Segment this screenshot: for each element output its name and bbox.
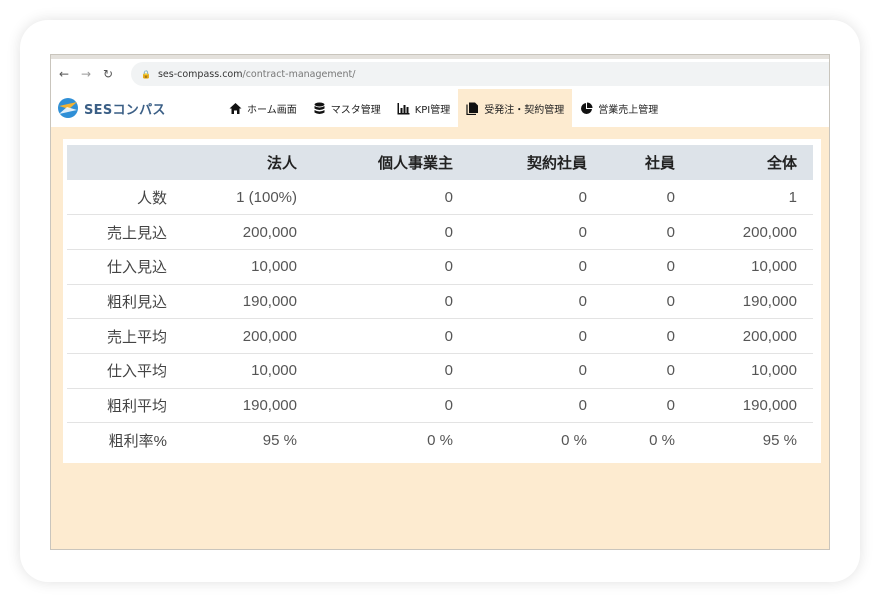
document-icon <box>466 102 479 115</box>
table-row: 売上平均 200,000 0 0 0 200,000 <box>67 318 813 354</box>
table-row: 売上見込 200,000 0 0 0 200,000 <box>67 214 813 250</box>
table-cell: 0 <box>469 214 603 250</box>
table-cell: 10,000 <box>187 249 313 285</box>
contract-summary-table: 法人 個人事業主 契約社員 社員 全体 人数 1 (100%) 0 0 0 1 売上見込 20… <box>67 145 813 458</box>
table-row: 粗利平均 190,000 0 0 0 190,000 <box>67 388 813 424</box>
row-label: 仕入平均 <box>67 353 187 389</box>
nav-master[interactable]: マスタ管理 <box>305 89 389 127</box>
table-cell: 95 % <box>262 431 297 449</box>
header-cell-contract-employee: 契約社員 <box>526 155 587 172</box>
table-cell: 10,000 <box>691 249 813 285</box>
row-label: 粗利平均 <box>67 388 187 424</box>
nav-home-label: ホーム画面 <box>247 104 297 116</box>
table-cell: 0 <box>603 180 691 216</box>
table-cell: 0 <box>313 318 469 354</box>
header-cell-sole-proprietor: 個人事業主 <box>377 155 453 172</box>
app-header: SESコンパス ホーム画面 マスタ管理 KPI管理 受発注・契約管理 営業売上管… <box>51 89 829 127</box>
header-cell-total: 全体 <box>766 155 797 172</box>
bar-chart-icon <box>397 102 410 114</box>
table-cell: 1 <box>691 180 813 216</box>
table-cell: 0 <box>603 353 691 389</box>
app-logo[interactable]: SESコンパス <box>57 97 166 119</box>
logo-text: SESコンパス <box>84 102 166 118</box>
table-cell: 0 <box>603 318 691 354</box>
table-cell: 0 <box>469 388 603 424</box>
table-cell: 190,000 <box>187 388 313 424</box>
back-arrow-icon[interactable]: ← <box>53 67 75 81</box>
table-cell: 0 <box>469 353 603 389</box>
address-host: ses-compass.com <box>157 68 243 80</box>
table-row: 仕入見込 10,000 0 0 0 10,000 <box>67 249 813 285</box>
lock-icon: 🔒 <box>141 69 151 79</box>
table-cell: 0 <box>313 249 469 285</box>
table-cell: 0 <box>603 214 691 250</box>
row-label: 粗利見込 <box>67 284 187 320</box>
nav-contract[interactable]: 受発注・契約管理 <box>458 89 573 127</box>
home-icon <box>229 102 242 114</box>
address-path: /contract-management/ <box>242 68 356 80</box>
row-label: 粗利率% <box>108 432 167 450</box>
table-cell: 0 <box>469 180 603 216</box>
row-label: 売上平均 <box>67 318 187 354</box>
table-row: 粗利率% 95 % 0 % 0 % 0 % 95 % <box>67 423 813 458</box>
nav-kpi[interactable]: KPI管理 <box>389 89 459 127</box>
table-cell: 1 (100%) <box>187 180 313 216</box>
browser-toolbar: ← → ↻ 🔒 ses-compass.com/contract-managem… <box>51 59 829 89</box>
nav-kpi-label: KPI管理 <box>414 104 451 116</box>
table-cell: 0 <box>603 249 691 285</box>
table-cell: 0 % <box>427 431 453 449</box>
table-cell: 0 <box>313 214 469 250</box>
header-cell-employee: 社員 <box>644 155 675 172</box>
table-cell: 190,000 <box>187 284 313 320</box>
table-header-row: 法人 個人事業主 契約社員 社員 全体 <box>67 145 813 180</box>
table-cell: 10,000 <box>187 353 313 389</box>
table-cell: 190,000 <box>691 284 813 320</box>
table-cell: 0 <box>313 388 469 424</box>
compass-logo-icon <box>58 98 78 118</box>
forward-arrow-icon[interactable]: → <box>75 67 97 81</box>
table-cell: 95 % <box>762 431 797 449</box>
summary-panel: 法人 個人事業主 契約社員 社員 全体 人数 1 (100%) 0 0 0 1 売上見込 20… <box>63 139 821 463</box>
table-cell: 0 <box>603 388 691 424</box>
nav-sales[interactable]: 営業売上管理 <box>572 89 666 127</box>
nav-sales-label: 営業売上管理 <box>598 104 659 116</box>
row-label: 仕入見込 <box>67 249 187 285</box>
table-cell: 0 <box>469 284 603 320</box>
table-cell: 0 <box>469 318 603 354</box>
table-row: 粗利見込 190,000 0 0 0 190,000 <box>67 284 813 320</box>
row-label: 売上見込 <box>67 214 187 250</box>
header-cell-corporate: 法人 <box>266 155 297 172</box>
table-cell: 0 <box>313 284 469 320</box>
pie-chart-icon <box>581 102 593 114</box>
main-menu: ホーム画面 マスタ管理 KPI管理 受発注・契約管理 営業売上管理 <box>221 89 666 127</box>
table-cell: 0 <box>313 180 469 216</box>
table-cell: 200,000 <box>187 214 313 250</box>
table-cell: 10,000 <box>691 353 813 389</box>
table-cell: 0 <box>469 249 603 285</box>
database-icon <box>314 102 325 114</box>
nav-contract-label: 受発注・契約管理 <box>484 104 565 116</box>
table-cell: 200,000 <box>691 318 813 354</box>
table-cell: 190,000 <box>691 388 813 424</box>
row-label: 人数 <box>67 180 187 216</box>
browser-window: ← → ↻ 🔒 ses-compass.com/contract-managem… <box>50 54 830 550</box>
table-cell: 200,000 <box>691 214 813 250</box>
table-cell: 0 % <box>561 431 587 449</box>
reload-icon[interactable]: ↻ <box>97 67 119 81</box>
table-row: 人数 1 (100%) 0 0 0 1 <box>67 180 813 216</box>
nav-master-label: マスタ管理 <box>330 104 381 116</box>
table-cell: 0 % <box>649 431 675 449</box>
table-cell: 0 <box>313 353 469 389</box>
nav-home[interactable]: ホーム画面 <box>221 89 305 127</box>
table-row: 仕入平均 10,000 0 0 0 10,000 <box>67 353 813 389</box>
table-cell: 200,000 <box>187 318 313 354</box>
address-bar[interactable]: 🔒 ses-compass.com/contract-management/ <box>131 62 829 86</box>
table-cell: 0 <box>603 284 691 320</box>
header-cell-corner <box>67 145 187 180</box>
